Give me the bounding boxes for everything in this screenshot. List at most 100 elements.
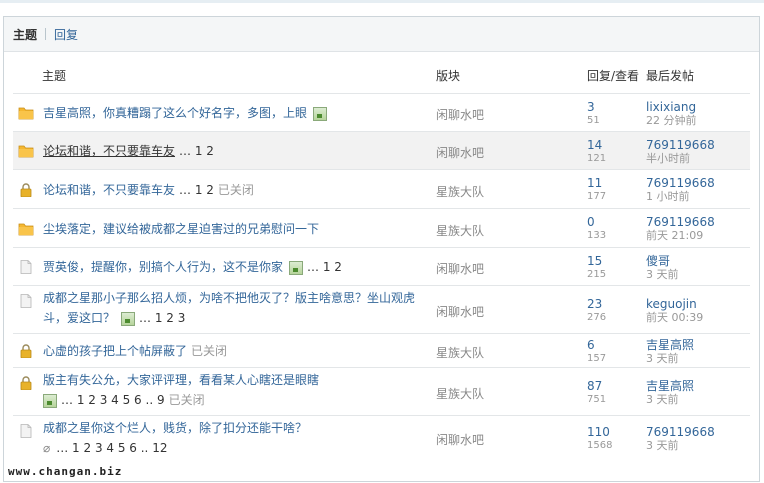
image-attachment-icon [313, 106, 328, 121]
forum-name[interactable]: 星族大队 [436, 344, 484, 361]
tab-reply[interactable]: 回复 [54, 26, 78, 43]
page-links[interactable]: … 1 2 3 4 5 6 .. 9 [61, 393, 165, 407]
thread-subject: 贾英俊，提醒你，别搞个人行为，这不是你家 … 1 2 [43, 257, 342, 277]
forum-name[interactable]: 闲聊水吧 [436, 431, 484, 448]
last-post: 傻哥 3 天前 [646, 254, 679, 281]
last-post-user[interactable]: 769119668 [646, 215, 715, 229]
last-post-user[interactable]: keguojin [646, 297, 703, 311]
thread-row[interactable]: 版主有失公允，大家评评理，看看某人心瞎还是眼瞎 … 1 2 3 4 5 6 .. … [13, 367, 750, 415]
forum-name[interactable]: 闲聊水吧 [436, 106, 484, 123]
last-post: 769119668 3 天前 [646, 425, 715, 452]
thread-title-link[interactable]: 贾英俊，提醒你，别搞个人行为，这不是你家 [43, 260, 283, 274]
header-forum: 版块 [436, 69, 461, 83]
header-last-post: 最后发帖 [646, 69, 695, 83]
thread-title-link-cont[interactable]: 斗，爱这口？ [43, 311, 115, 325]
last-post-time[interactable]: 22 分钟前 [646, 114, 697, 127]
forum-name[interactable]: 星族大队 [436, 385, 484, 402]
thread-title-link[interactable]: 版主有失公允，大家评评理，看看某人心瞎还是眼瞎 [43, 373, 319, 387]
thread-subject: 尘埃落定，建议给被成都之星迫害过的兄弟慰问一下 [43, 219, 319, 239]
page-links[interactable]: … 1 2 3 4 5 6 .. 12 [56, 441, 167, 455]
last-post-user[interactable]: 769119668 [646, 425, 715, 439]
view-count: 51 [587, 115, 600, 126]
thread-title-link[interactable]: 论坛和谐，不只要靠车友 [43, 144, 175, 158]
thread-subject: 版主有失公允，大家评评理，看看某人心瞎还是眼瞎 … 1 2 3 4 5 6 .. … [43, 370, 319, 410]
last-post-time[interactable]: 前天 00:39 [646, 311, 703, 324]
thread-title-link[interactable]: 成都之星那小子那么招人烦，为啥不把他灭了？版主啥意思？坐山观虎 [43, 291, 415, 305]
last-post-time[interactable]: 半小时前 [646, 152, 715, 165]
last-post-user[interactable]: 傻哥 [646, 254, 679, 268]
last-post-time[interactable]: 前天 21:09 [646, 229, 715, 242]
last-post-time[interactable]: 3 天前 [646, 439, 715, 452]
table-header: 主题 版块 回复/查看 最后发帖 [4, 67, 759, 91]
reply-count[interactable]: 14 [587, 138, 606, 152]
tab-bar: 主题 回复 [4, 17, 759, 52]
thread-row[interactable]: 尘埃落定，建议给被成都之星迫害过的兄弟慰问一下 星族大队 0 133 769119668… [13, 208, 750, 247]
page-links[interactable]: … 1 2 [179, 144, 214, 158]
last-post-time[interactable]: 1 小时前 [646, 190, 715, 203]
view-count: 751 [587, 394, 607, 405]
header-subject: 主题 [42, 69, 67, 83]
thread-title-link[interactable]: 心虚的孩子把上个帖屏蔽了 [43, 344, 187, 358]
view-count: 215 [587, 269, 607, 280]
image-attachment-icon [121, 311, 136, 326]
thread-row[interactable]: 论坛和谐，不只要靠车友 … 1 2 已关闭 星族大队 11 177 769119668 1 小… [13, 169, 750, 208]
thread-title-link[interactable]: 尘埃落定，建议给被成都之星迫害过的兄弟慰问一下 [43, 222, 319, 236]
forum-name[interactable]: 星族大队 [436, 183, 484, 200]
closed-label: 已关闭 [217, 183, 254, 197]
reply-view-counts: 14 121 [587, 138, 606, 165]
doc-icon [18, 424, 34, 438]
last-post: keguojin 前天 00:39 [646, 297, 703, 324]
thread-row[interactable]: 贾英俊，提醒你，别搞个人行为，这不是你家 … 1 2 闲聊水吧 15 215 傻哥 3 天前 [13, 247, 750, 285]
tab-subject[interactable]: 主题 [13, 26, 37, 43]
last-post-user[interactable]: 769119668 [646, 138, 715, 152]
forum-name[interactable]: 闲聊水吧 [436, 260, 484, 277]
last-post-user[interactable]: lixixiang [646, 100, 697, 114]
reply-count[interactable]: 15 [587, 254, 606, 268]
reply-count[interactable]: 110 [587, 425, 612, 439]
reply-count[interactable]: 23 [587, 297, 606, 311]
last-post-user[interactable]: 769119668 [646, 176, 715, 190]
last-post: 吉星高照 3 天前 [646, 338, 694, 365]
folder-icon [18, 106, 34, 120]
lock-icon [18, 344, 34, 359]
page-links[interactable]: … 1 2 3 [139, 311, 185, 325]
forum-name[interactable]: 闲聊水吧 [436, 144, 484, 161]
last-post-user[interactable]: 吉星高照 [646, 379, 694, 393]
page-links[interactable]: … 1 2 [179, 183, 214, 197]
last-post: 吉星高照 3 天前 [646, 379, 694, 406]
doc-icon [18, 260, 34, 274]
top-border [0, 0, 764, 3]
thread-title-link[interactable]: 论坛和谐，不只要靠车友 [43, 183, 175, 197]
reply-count[interactable]: 6 [587, 338, 606, 352]
last-post: 769119668 1 小时前 [646, 176, 715, 203]
view-count: 1568 [587, 440, 613, 451]
reply-count[interactable]: 0 [587, 215, 606, 229]
forum-name[interactable]: 闲聊水吧 [436, 303, 484, 320]
reply-count[interactable]: 11 [587, 176, 606, 190]
last-post: 769119668 前天 21:09 [646, 215, 715, 242]
forum-name[interactable]: 星族大队 [436, 222, 484, 239]
thread-row[interactable]: 论坛和谐，不只要靠车友 … 1 2 闲聊水吧 14 121 769119668 半小时前 [13, 131, 750, 169]
thread-subject: 成都之星那小子那么招人烦，为啥不把他灭了？版主啥意思？坐山观虎 斗，爱这口？ … 1… [43, 288, 415, 328]
reply-count[interactable]: 87 [587, 379, 606, 393]
thread-row[interactable]: 成都之星你这个烂人，贱货，除了扣分还能干啥？ ⌀ … 1 2 3 4 5 6 .. … [13, 415, 750, 459]
lock-icon [18, 183, 34, 198]
thread-row[interactable]: 成都之星那小子那么招人烦，为啥不把他灭了？版主啥意思？坐山观虎 斗，爱这口？ … 1… [13, 285, 750, 333]
last-post-time[interactable]: 3 天前 [646, 352, 694, 365]
lock-icon [18, 376, 34, 391]
reply-count[interactable]: 3 [587, 100, 600, 114]
page-links[interactable]: … 1 2 [307, 260, 342, 274]
last-post-user[interactable]: 吉星高照 [646, 338, 694, 352]
tab-separator [45, 28, 47, 40]
last-post-time[interactable]: 3 天前 [646, 268, 679, 281]
thread-title-link[interactable]: 吉星高照，你真糟蹋了这么个好名字，多图，上眼 [43, 106, 307, 120]
reply-view-counts: 15 215 [587, 254, 606, 281]
thread-title-link[interactable]: 成都之星你这个烂人，贱货，除了扣分还能干啥？ [43, 421, 307, 435]
last-post-time[interactable]: 3 天前 [646, 393, 694, 406]
reply-view-counts: 87 751 [587, 379, 606, 406]
thread-row[interactable]: 吉星高照，你真糟蹋了这么个好名字，多图，上眼 闲聊水吧 3 51 lixixiang 22… [13, 93, 750, 131]
watermark-text: www.changan.biz [6, 465, 125, 478]
thread-row[interactable]: 心虚的孩子把上个帖屏蔽了 已关闭 星族大队 6 157 吉星高照 3 天前 [13, 333, 750, 367]
thread-list-panel: 主题 回复 主题 版块 回复/查看 最后发帖 吉星高照，你真糟蹋了这么个好名字，… [3, 16, 760, 482]
thread-subject: 吉星高照，你真糟蹋了这么个好名字，多图，上眼 [43, 103, 328, 123]
